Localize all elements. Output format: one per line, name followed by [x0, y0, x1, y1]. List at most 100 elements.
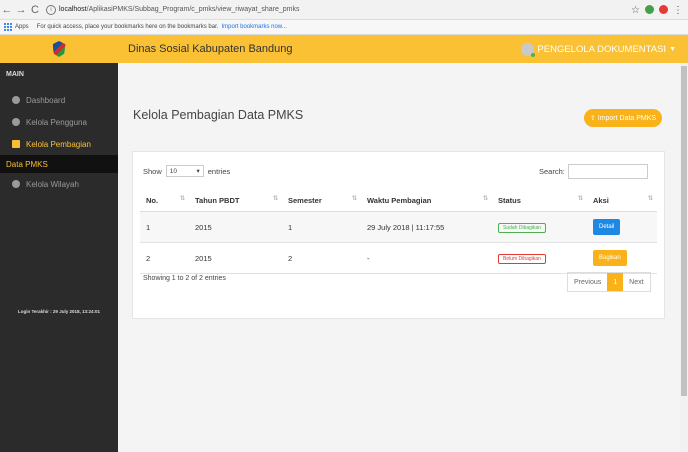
column-header-status[interactable]: Status ⇅ — [492, 189, 587, 212]
back-icon[interactable]: ← — [0, 4, 14, 16]
table-row: 2 2015 2 - Belum Dibagikan Bagikan — [140, 242, 657, 274]
data-table-panel: Show 10 ▾ entries Search: No. ⇅ Tahun PBD… — [132, 151, 665, 319]
extension-icon[interactable] — [659, 5, 668, 14]
sort-icon: ⇅ — [647, 196, 653, 202]
menu-icon[interactable]: ⋮ — [673, 5, 683, 16]
table-icon — [12, 140, 20, 148]
sidebar-item-kelola-wilayah[interactable]: Kelola Wilayah — [0, 173, 118, 195]
sidebar-item-label: Kelola Wilayah — [26, 179, 79, 189]
cell-aksi: Bagikan — [587, 242, 657, 274]
cell-status: Belum Dibagikan — [492, 242, 587, 274]
upload-icon: ⇪ — [589, 115, 596, 122]
import-data-button[interactable]: ⇪ Import Data PMKS — [584, 109, 662, 127]
logo-container[interactable] — [0, 35, 118, 63]
column-header-semester[interactable]: Semester ⇅ — [282, 189, 361, 212]
detail-button[interactable]: Detail — [593, 219, 621, 235]
cell-waktu: 29 July 2018 | 11:17:55 — [361, 211, 492, 243]
sidebar: MAIN Dashboard Kelola Pengguna Kelola Pe… — [0, 63, 118, 452]
show-label: Show — [143, 166, 162, 176]
main-content: Kelola Pembagian Data PMKS ⇪ Import Data… — [118, 63, 680, 452]
scrollbar-thumb[interactable] — [681, 66, 687, 396]
reload-icon[interactable]: C — [28, 4, 42, 16]
bookmark-star-icon[interactable]: ☆ — [631, 5, 640, 16]
location-icon — [12, 180, 20, 188]
top-navbar: Dinas Sosial Kabupaten Bandung PENGELOLA… — [0, 35, 688, 63]
column-header-waktu[interactable]: Waktu Pembagian ⇅ — [361, 189, 492, 212]
bagikan-button[interactable]: Bagikan — [593, 250, 627, 266]
import-bookmarks-link[interactable]: Import bookmarks now... — [221, 24, 286, 30]
user-icon — [12, 118, 20, 126]
previous-button[interactable]: Previous — [568, 273, 607, 291]
logo[interactable] — [52, 41, 66, 57]
user-menu[interactable]: PENGELOLA DOKUMENTASI ▼ — [521, 42, 676, 57]
column-header-label: Aksi — [593, 195, 609, 205]
app-title: Dinas Sosial Kabupaten Bandung — [128, 43, 293, 55]
column-header-label: Waktu Pembagian — [367, 195, 432, 205]
search-input[interactable] — [567, 164, 648, 179]
table-info: Showing 1 to 2 of 2 entries — [143, 275, 226, 282]
search-control: Search: — [539, 164, 648, 179]
sidebar-item-kelola-pembagian[interactable]: Kelola Pembagian — [0, 133, 118, 155]
url-host: localhost — [59, 6, 87, 13]
info-icon[interactable]: i — [46, 4, 56, 15]
page-button-current[interactable]: 1 — [607, 273, 624, 291]
apps-icon[interactable] — [4, 23, 12, 31]
entries-select[interactable]: 10 ▾ — [165, 165, 204, 177]
sidebar-item-label: Kelola Pengguna — [26, 117, 87, 127]
sidebar-item-kelola-pengguna[interactable]: Kelola Pengguna — [0, 111, 118, 133]
sort-icon: ⇅ — [577, 196, 583, 202]
extension-icon[interactable] — [645, 5, 654, 14]
status-badge: Sudah Dibagikan — [498, 222, 547, 233]
column-header-no[interactable]: No. ⇅ — [140, 189, 189, 212]
bookmarks-bar: Apps For quick access, place your bookma… — [0, 20, 688, 35]
table-row: 1 2015 1 29 July 2018 | 11:17:55 Sudah D… — [140, 211, 657, 243]
cell-tahun: 2015 — [189, 211, 282, 243]
sidebar-section-title: MAIN — [6, 71, 24, 78]
sidebar-subitem-data-pmks[interactable]: Data PMKS — [0, 155, 118, 173]
column-header-label: No. — [146, 195, 159, 205]
chevron-down-icon: ▾ — [196, 168, 200, 175]
column-header-aksi[interactable]: Aksi ⇅ — [587, 189, 657, 212]
length-control: Show 10 ▾ entries — [143, 165, 230, 177]
dashboard-icon — [12, 96, 20, 104]
next-button[interactable]: Next — [623, 273, 649, 291]
bookmarks-hint: For quick access, place your bookmarks h… — [36, 24, 219, 30]
entries-label: entries — [207, 166, 231, 176]
page-title: Kelola Pembagian Data PMKS — [133, 108, 304, 122]
sidebar-item-label: Kelola Pembagian — [26, 139, 91, 149]
column-header-label: Tahun PBDT — [195, 195, 240, 205]
cell-tahun: 2015 — [189, 242, 282, 274]
cell-aksi: Detail — [587, 211, 657, 243]
pmks-table: No. ⇅ Tahun PBDT ⇅ Semester ⇅ Waktu Pembagi… — [140, 189, 657, 274]
entries-value: 10 — [169, 167, 177, 175]
cell-semester: 2 — [282, 242, 361, 274]
cell-no: 2 — [140, 242, 189, 274]
apps-link[interactable]: Apps — [15, 24, 29, 30]
user-name: PENGELOLA DOKUMENTASI — [537, 43, 667, 55]
cell-semester: 1 — [282, 211, 361, 243]
cell-no: 1 — [140, 211, 189, 243]
sort-icon: ⇅ — [482, 196, 488, 202]
sidebar-item-dashboard[interactable]: Dashboard — [0, 89, 118, 111]
column-header-label: Semester — [288, 195, 322, 205]
sidebar-item-label: Dashboard — [26, 95, 66, 105]
page-scrollbar[interactable] — [680, 63, 688, 452]
address-bar[interactable]: i localhost/AplikasiPMKS/Subbag_Program/… — [46, 3, 631, 17]
sort-icon: ⇅ — [272, 196, 278, 202]
search-label: Search: — [539, 167, 565, 176]
avatar — [521, 42, 536, 57]
column-header-tahun[interactable]: Tahun PBDT ⇅ — [189, 189, 282, 212]
sort-icon: ⇅ — [351, 196, 357, 202]
sort-icon: ⇅ — [179, 196, 185, 202]
import-button-label: Import Data PMKS — [597, 114, 657, 122]
table-header-row: No. ⇅ Tahun PBDT ⇅ Semester ⇅ Waktu Pembagi… — [140, 189, 657, 212]
url-path: /AplikasiPMKS/Subbag_Program/c_pmks/view… — [86, 6, 300, 13]
browser-toolbar: ← → C i localhost/AplikasiPMKS/Subbag_Pr… — [0, 0, 688, 20]
cell-status: Sudah Dibagikan — [492, 211, 587, 243]
status-badge: Belum Dibagikan — [498, 253, 546, 264]
chevron-down-icon: ▼ — [669, 45, 676, 53]
forward-icon[interactable]: → — [14, 4, 28, 16]
cell-waktu: - — [361, 242, 492, 274]
column-header-label: Status — [498, 195, 521, 205]
last-login-text: Login Terakhir : 29 July 2018, 13:24:01 — [18, 309, 100, 314]
